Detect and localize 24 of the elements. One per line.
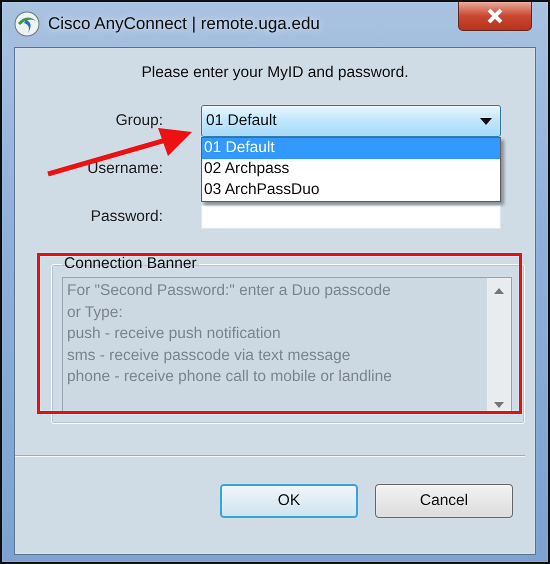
group-title: Connection Banner	[63, 255, 198, 273]
window-title: Cisco AnyConnect | remote.uga.edu	[48, 14, 320, 34]
cancel-button[interactable]: Cancel	[375, 484, 513, 518]
prompt-text: Please enter your MyID and password.	[140, 64, 410, 82]
banner-line: phone - receive phone call to mobile or landline	[67, 367, 393, 387]
banner-line: push - receive push notification	[67, 324, 282, 344]
banner-line: For "Second Password:" enter a Duo passcode	[67, 281, 392, 301]
close-button[interactable]	[458, 2, 532, 31]
scroll-down-icon[interactable]	[494, 402, 504, 408]
ok-button[interactable]: OK	[220, 484, 358, 518]
field-label: Group:	[116, 112, 163, 130]
banner-line: or Type:	[67, 302, 124, 322]
dropdown-option[interactable]: 03 ArchPassDuo	[202, 180, 500, 201]
field-label: Username:	[87, 160, 163, 178]
password-field[interactable]	[201, 205, 501, 229]
caret-icon	[480, 118, 492, 124]
dropdown-option[interactable]: 02 Archpass	[202, 159, 500, 180]
close-icon	[486, 8, 504, 24]
globe-icon	[14, 11, 40, 37]
scrollbar[interactable]	[487, 278, 511, 412]
group-dropdown[interactable]: 01 Default	[201, 105, 501, 137]
scroll-up-icon[interactable]	[494, 288, 504, 294]
field-label: Password:	[90, 208, 163, 226]
banner-line: sms - receive passcode via text message	[67, 346, 352, 366]
